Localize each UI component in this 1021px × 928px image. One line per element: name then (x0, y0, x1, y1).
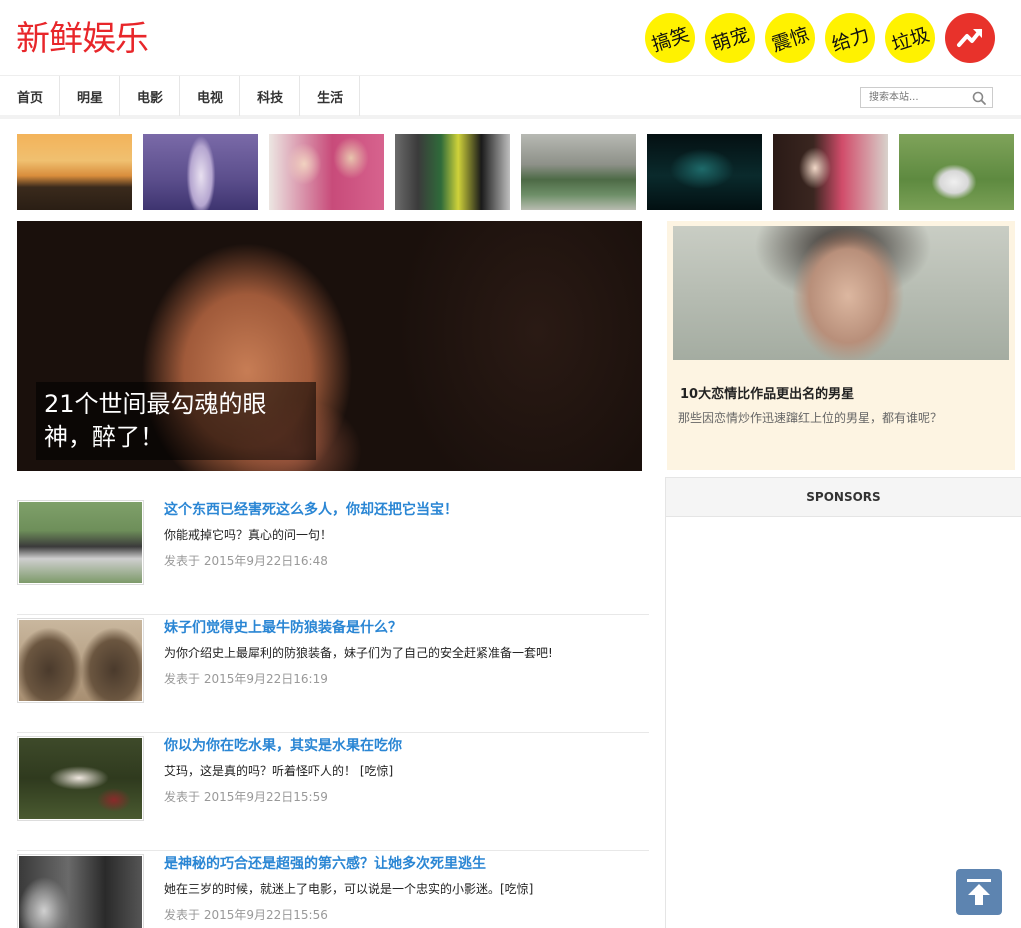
featured-article[interactable]: 21个世间最勾魂的眼神，醉了！ (17, 221, 642, 471)
article-date: 发表于 2015年9月22日15:56 (164, 908, 328, 922)
thumb-couple[interactable] (269, 134, 384, 210)
thumb-soldiers[interactable] (521, 134, 636, 210)
site-logo[interactable]: 新鲜娱乐 (16, 18, 149, 60)
article-desc: 为你介绍史上最犀利的防狼装备，妹子们为了自己的安全赶紧准备一套吧! (164, 646, 553, 660)
article-thumbnail[interactable] (17, 854, 144, 928)
back-to-top-button[interactable] (956, 869, 1002, 915)
nav-item-home[interactable]: 首页 (0, 76, 61, 116)
article-thumbnail[interactable] (17, 736, 144, 821)
article-title[interactable]: 妹子们觉得史上最牛防狼装备是什么？ (164, 617, 402, 637)
article-date: 发表于 2015年9月22日16:48 (164, 554, 328, 568)
thumb-sunset[interactable] (17, 134, 132, 210)
search-box (860, 87, 993, 108)
thumb-group[interactable] (395, 134, 510, 210)
nav-item-tech[interactable]: 科技 (240, 76, 301, 116)
nav-item-movies[interactable]: 电影 (120, 76, 181, 116)
thumb-tower[interactable] (143, 134, 258, 210)
thumbnail-strip (17, 134, 1014, 210)
side-featured-desc: 那些因恋情炒作迅速蹿红上位的男星，都有谁呢？ (678, 411, 943, 425)
nav-item-life[interactable]: 生活 (300, 76, 361, 116)
list-item: 是神秘的巧合还是超强的第六感？让她多次死里逃生 她在三岁的时候，就迷上了电影，可… (17, 851, 649, 928)
tag-pets[interactable]: 萌宠 (698, 6, 762, 70)
thumb-cave[interactable] (647, 134, 762, 210)
side-featured-card[interactable]: 10大恋情比作品更出名的男星 那些因恋情炒作迅速蹿红上位的男星，都有谁呢？ (667, 221, 1015, 470)
nav-item-stars[interactable]: 明星 (60, 76, 121, 116)
article-thumbnail[interactable] (17, 618, 144, 703)
article-desc: 你能戒掉它吗？真心的问一句！ (164, 528, 333, 542)
article-desc: 艾玛，这是真的吗？听着怪吓人的！ [吃惊] (164, 764, 394, 778)
list-item: 这个东西已经害死这么多人，你却还把它当宝！ 你能戒掉它吗？真心的问一句！ 发表于… (17, 497, 649, 615)
article-title[interactable]: 你以为你在吃水果，其实是水果在吃你 (164, 735, 402, 755)
thumb-boy[interactable] (899, 134, 1014, 210)
article-title[interactable]: 是神秘的巧合还是超强的第六感？让她多次死里逃生 (164, 853, 486, 873)
article-thumbnail[interactable] (17, 500, 144, 585)
trending-up-icon[interactable] (945, 13, 995, 63)
featured-title[interactable]: 21个世间最勾魂的眼神，醉了！ (36, 382, 316, 460)
side-featured-title[interactable]: 10大恋情比作品更出名的男星 (680, 383, 854, 402)
tag-funny[interactable]: 搞笑 (638, 6, 702, 70)
article-title[interactable]: 这个东西已经害死这么多人，你却还把它当宝！ (164, 499, 458, 519)
tag-awesome[interactable]: 给力 (818, 6, 882, 70)
main-nav: 首页 明星 电影 电视 科技 生活 (0, 75, 1021, 119)
nav-item-tv[interactable]: 电视 (180, 76, 241, 116)
tag-trash[interactable]: 垃圾 (878, 6, 942, 70)
sponsors-panel: SPONSORS (665, 477, 1021, 928)
search-icon[interactable] (971, 90, 987, 106)
tag-circles: 搞笑 萌宠 震惊 给力 垃圾 (638, 6, 995, 70)
list-item: 你以为你在吃水果，其实是水果在吃你 艾玛，这是真的吗？听着怪吓人的！ [吃惊] … (17, 733, 649, 851)
thumb-girl[interactable] (773, 134, 888, 210)
side-featured-image[interactable] (673, 226, 1009, 360)
article-date: 发表于 2015年9月22日15:59 (164, 790, 328, 804)
article-desc: 她在三岁的时候，就迷上了电影，可以说是一个忠实的小影迷。[吃惊] (164, 882, 534, 896)
arrow-up-icon (967, 879, 991, 905)
tag-shocking[interactable]: 震惊 (758, 6, 822, 70)
article-date: 发表于 2015年9月22日16:19 (164, 672, 328, 686)
sponsors-heading: SPONSORS (666, 477, 1021, 517)
site-header: 新鲜娱乐 搞笑 萌宠 震惊 给力 垃圾 (0, 0, 1021, 75)
list-item: 妹子们觉得史上最牛防狼装备是什么？ 为你介绍史上最犀利的防狼装备，妹子们为了自己… (17, 615, 649, 733)
search-input[interactable] (861, 88, 971, 107)
